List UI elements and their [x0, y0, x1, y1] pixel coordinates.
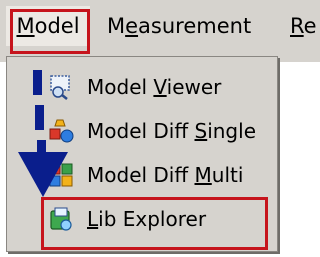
- menu-re[interactable]: Re: [284, 12, 320, 40]
- menu-item-model-diff-multi[interactable]: Model Diff Multi: [7, 153, 277, 197]
- menu-item-label: Model Viewer: [87, 75, 222, 99]
- menu-item-model-viewer[interactable]: Model Viewer: [7, 65, 277, 109]
- highlight-box-lib-explorer: [41, 197, 268, 250]
- menu-measurement-rest: asurement: [138, 14, 252, 38]
- model-diff-multi-icon: [49, 163, 73, 187]
- model-viewer-icon: [50, 75, 70, 100]
- menu-measurement-prefix: M: [107, 14, 126, 38]
- menu-re-mnemonic: R: [290, 14, 304, 38]
- menu-item-label: Model Diff Single: [87, 119, 256, 143]
- menu-re-rest: e: [303, 14, 317, 38]
- menu-measurement-mnemonic: e: [125, 14, 139, 38]
- model-diff-single-icon: [49, 119, 74, 143]
- menu-measurement[interactable]: Measurement: [101, 12, 257, 40]
- menu-item-model-diff-single[interactable]: Model Diff Single: [7, 109, 277, 153]
- highlight-box-model-menu: [10, 9, 90, 54]
- menu-item-label: Model Diff Multi: [87, 163, 244, 187]
